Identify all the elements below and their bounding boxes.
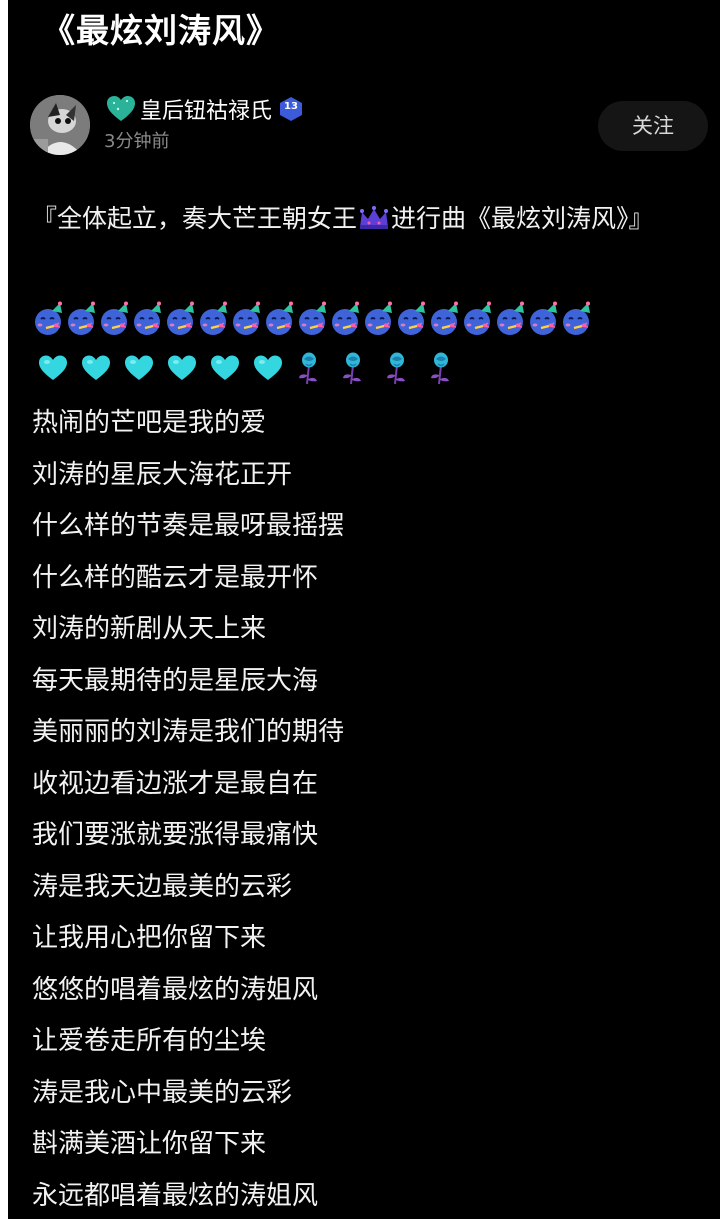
intro-text-end: 进行曲《最炫刘涛风》』	[391, 204, 654, 233]
author-row: 皇后钮祜禄氏 13	[106, 92, 304, 126]
lyric-line: 让爱卷走所有的尘埃	[32, 1026, 267, 1056]
blue-party-face-emoji-icon	[362, 301, 396, 337]
author-name[interactable]: 皇后钮祜禄氏	[140, 93, 272, 125]
blue-party-face-emoji-icon	[329, 301, 363, 337]
lyric-line: 永远都唱着最炫的涛姐风	[32, 1180, 319, 1211]
blue-party-face-emoji-icon	[230, 301, 264, 337]
lyric-line: 让我用心把你留下来	[32, 923, 267, 953]
blue-party-face-emoji-icon	[197, 301, 231, 337]
cyan-heart-emoji-icon	[124, 354, 154, 382]
blue-level-badge-icon: 13	[278, 96, 304, 122]
lyric-line: 我们要涨就要涨得最痛快	[32, 820, 319, 850]
blue-rose-emoji-icon	[340, 351, 366, 385]
blue-party-face-emoji-icon	[32, 301, 66, 337]
lyric-line: 刘涛的星辰大海花正开	[32, 459, 293, 490]
blue-party-face-emoji-icon	[296, 301, 330, 337]
blue-party-face-emoji-icon	[263, 301, 297, 337]
lyric-line: 刘涛的新剧从天上来	[32, 614, 267, 644]
blue-party-face-emoji-icon	[164, 301, 198, 337]
blue-rose-emoji-icon	[428, 351, 454, 385]
post-timestamp: 3分钟前	[104, 131, 170, 152]
crown-emoji-icon	[357, 197, 391, 229]
heart-rose-emoji-row	[38, 350, 472, 386]
lyric-line: 每天最期待的是星辰大海	[32, 665, 319, 696]
blue-party-face-emoji-icon	[461, 301, 495, 337]
cyan-heart-emoji-icon	[167, 354, 197, 382]
cyan-heart-emoji-icon	[81, 354, 111, 382]
lyric-line: 斟满美酒让你留下来	[32, 1129, 267, 1159]
cyan-heart-emoji-icon	[38, 354, 68, 382]
blue-rose-emoji-icon	[384, 351, 410, 385]
avatar[interactable]	[30, 95, 90, 155]
lyric-line: 涛是我天边最美的云彩	[32, 871, 293, 902]
cyan-heart-emoji-icon	[210, 354, 240, 382]
page-title: 《最炫刘涛风》	[42, 11, 280, 50]
blue-party-face-emoji-icon	[494, 301, 528, 337]
lyric-line: 美丽丽的刘涛是我们的期待	[32, 717, 345, 747]
blue-party-face-emoji-icon	[98, 301, 132, 337]
lyric-line: 热闹的芒吧是我的爱	[32, 408, 267, 438]
screenshot-frame: 《最炫刘涛风》 皇后钮祜禄氏 13 3分钟前 关注 『全体起立，奏大芒王朝女王 …	[0, 0, 720, 1219]
post-intro: 『全体起立，奏大芒王朝女王 进行曲《最炫刘涛风》』	[32, 193, 702, 245]
blue-party-face-emoji-icon	[560, 301, 594, 337]
blue-rose-emoji-icon	[296, 351, 322, 385]
blue-party-face-emoji-icon	[428, 301, 462, 337]
green-heart-badge-icon	[106, 94, 136, 124]
blue-party-face-emoji-icon	[527, 301, 561, 337]
lyric-line: 什么样的酷云才是最开怀	[32, 562, 319, 593]
intro-text-start: 『全体起立，奏大芒王朝女王	[32, 204, 358, 233]
blue-party-face-emoji-icon	[395, 301, 429, 337]
blue-party-face-emoji-icon	[131, 301, 165, 337]
lyric-line: 什么样的节奏是最呀最摇摆	[32, 511, 345, 541]
lyrics-block: 热闹的芒吧是我的爱 刘涛的星辰大海花正开什么样的节奏是最呀最摇摆 什么样的酷云才是最…	[32, 398, 702, 1219]
lyric-line: 涛是我心中最美的云彩	[32, 1077, 293, 1108]
follow-label: 关注	[632, 114, 674, 138]
lyric-line: 悠悠的唱着最炫的涛姐风	[32, 974, 319, 1005]
post-panel: 《最炫刘涛风》 皇后钮祜禄氏 13 3分钟前 关注 『全体起立，奏大芒王朝女王 …	[8, 0, 720, 1219]
lyric-line: 收视边看边涨才是最自在	[32, 768, 319, 799]
level-number: 13	[284, 101, 298, 112]
cyan-heart-emoji-icon	[253, 354, 283, 382]
follow-button[interactable]: 关注	[598, 101, 708, 151]
blue-party-face-emoji-icon	[65, 301, 99, 337]
party-face-emoji-row	[32, 301, 593, 337]
